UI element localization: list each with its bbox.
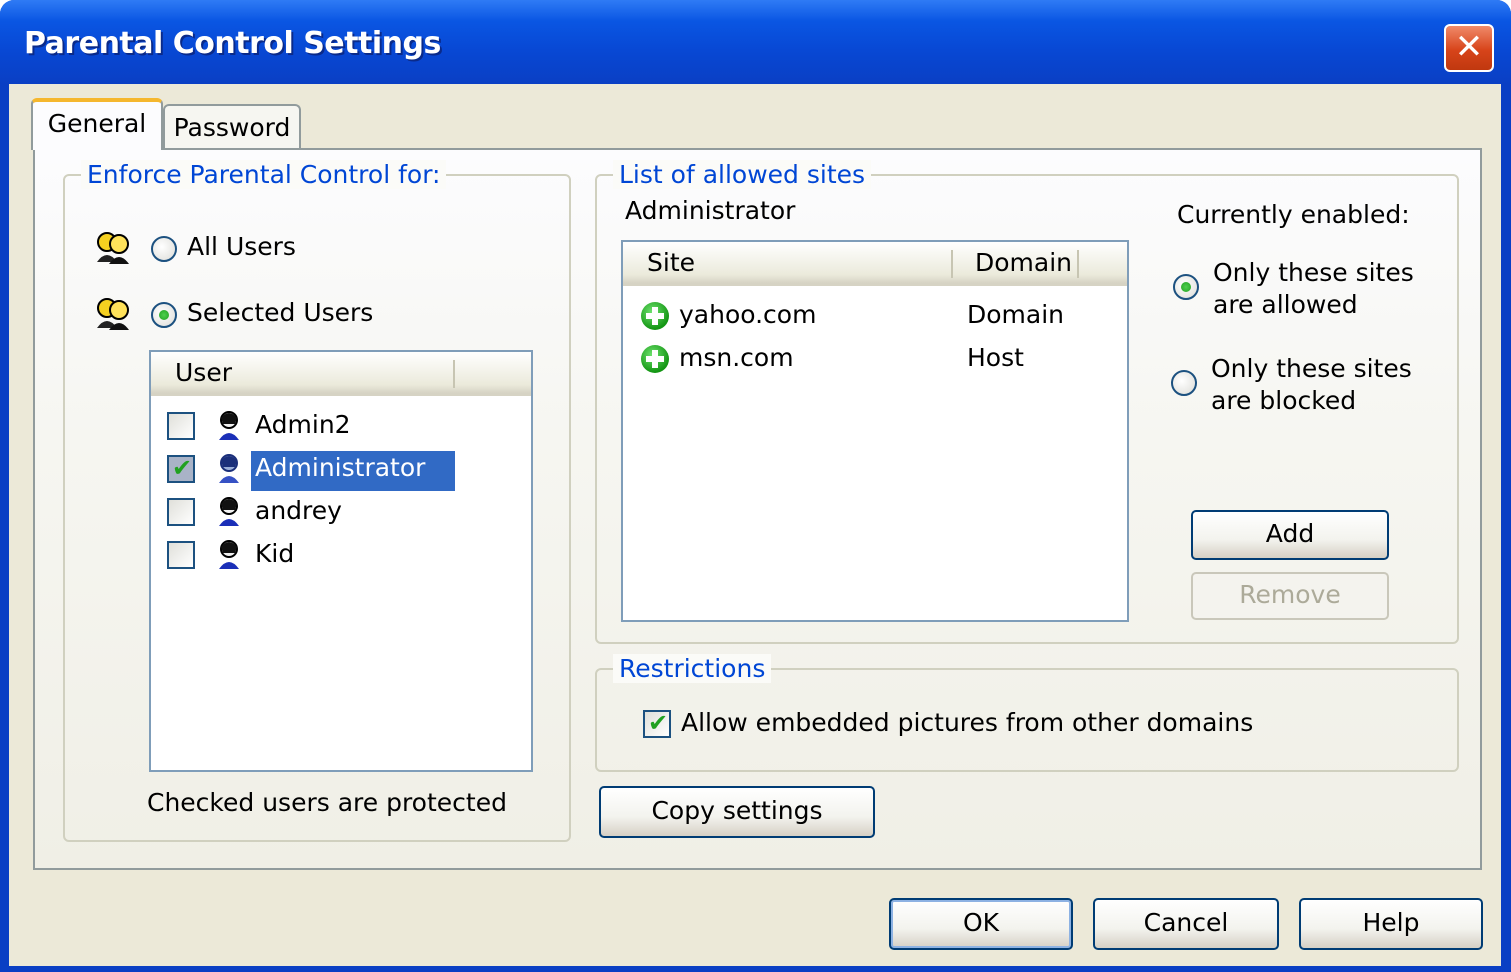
user-list-header: User — [151, 352, 531, 396]
cancel-button-label: Cancel — [1143, 908, 1229, 937]
all-users-radio[interactable] — [151, 236, 177, 262]
restrictions-group-title: Restrictions — [613, 654, 772, 683]
user-icon — [219, 540, 239, 569]
allowed-sites-groupbox: List of allowed sites Administrator Site… — [595, 160, 1459, 644]
dialog-window: Parental Control Settings ✕ General Pass… — [0, 0, 1511, 972]
list-item[interactable]: Kid — [167, 537, 467, 577]
dialog-client-area: General Password Enforce Parental Contro… — [9, 84, 1501, 966]
site-cell: yahoo.com — [679, 300, 817, 329]
user-name: andrey — [255, 496, 342, 525]
plus-circle-icon — [641, 302, 669, 330]
cancel-button[interactable]: Cancel — [1093, 898, 1279, 950]
domain-cell: Host — [967, 343, 1024, 372]
embedded-pictures-label: Allow embedded pictures from other domai… — [681, 708, 1254, 737]
site-cell: msn.com — [679, 343, 794, 372]
enforce-group-title: Enforce Parental Control for: — [81, 160, 447, 189]
column-separator[interactable] — [951, 250, 953, 278]
user-name: Administrator — [255, 453, 426, 482]
add-site-button-label: Add — [1265, 519, 1315, 548]
user-group-icon — [97, 232, 129, 264]
user-name: Admin2 — [255, 410, 351, 439]
tab-password-label: Password — [173, 113, 291, 142]
remove-site-button-label: Remove — [1239, 580, 1341, 609]
sites-allowed-radio[interactable] — [1173, 274, 1199, 300]
domain-column-header[interactable]: Domain — [975, 248, 1072, 277]
current-user-label: Administrator — [625, 196, 796, 225]
close-button[interactable]: ✕ — [1444, 24, 1494, 72]
selected-user-highlight: Administrator — [251, 451, 455, 491]
window-title: Parental Control Settings — [24, 26, 441, 61]
column-separator[interactable] — [453, 360, 455, 388]
list-item[interactable]: Admin2 — [167, 408, 467, 448]
user-checkbox[interactable] — [167, 412, 195, 440]
tab-panel-general: Enforce Parental Control for: All Users — [33, 148, 1482, 870]
copy-settings-button[interactable]: Copy settings — [599, 786, 875, 838]
user-listview[interactable]: User Admin2 ✔ Administrator andrey Kid — [149, 350, 533, 772]
currently-enabled-label: Currently enabled: — [1177, 200, 1410, 229]
title-bar[interactable]: Parental Control Settings ✕ — [0, 0, 1511, 84]
tab-general-label: General — [47, 109, 147, 138]
help-button-label: Help — [1362, 908, 1420, 937]
tab-password[interactable]: Password — [163, 104, 301, 150]
copy-settings-button-label: Copy settings — [651, 796, 823, 825]
add-site-button[interactable]: Add — [1191, 510, 1389, 560]
ok-button[interactable]: OK — [889, 898, 1073, 950]
plus-circle-icon — [641, 345, 669, 373]
table-row[interactable]: yahoo.com Domain — [641, 298, 1111, 338]
close-icon: ✕ — [1454, 27, 1484, 67]
remove-site-button[interactable]: Remove — [1191, 572, 1389, 620]
help-button[interactable]: Help — [1299, 898, 1483, 950]
list-item[interactable]: ✔ Administrator — [167, 451, 467, 491]
selected-users-radio[interactable] — [151, 302, 177, 328]
user-column-header[interactable]: User — [175, 358, 232, 387]
embedded-pictures-checkbox[interactable]: ✔ — [643, 709, 671, 738]
radio-selected-dot — [159, 310, 169, 320]
table-row[interactable]: msn.com Host — [641, 341, 1111, 381]
user-icon — [219, 411, 239, 440]
user-icon — [219, 454, 239, 483]
ok-button-label: OK — [962, 908, 1000, 937]
user-icon — [219, 497, 239, 526]
tab-general[interactable]: General — [31, 98, 163, 150]
site-column-header[interactable]: Site — [647, 248, 695, 277]
check-icon: ✔ — [172, 454, 193, 482]
sites-blocked-radio[interactable] — [1171, 370, 1197, 396]
checked-users-note: Checked users are protected — [147, 788, 507, 817]
radio-selected-dot — [1181, 282, 1191, 292]
user-group-icon — [97, 298, 129, 330]
sites-allowed-label-line2: are allowed — [1213, 290, 1358, 319]
check-icon: ✔ — [648, 709, 669, 737]
sites-allowed-label-line1: Only these sites — [1213, 258, 1414, 287]
sites-blocked-label-line2: are blocked — [1211, 386, 1357, 415]
sites-blocked-label-line1: Only these sites — [1211, 354, 1412, 383]
user-checkbox[interactable]: ✔ — [167, 454, 195, 483]
column-separator[interactable] — [1077, 250, 1079, 278]
sites-listview[interactable]: Site Domain yahoo.com Domain msn.com Hos… — [621, 240, 1129, 622]
sites-list-header: Site Domain — [623, 242, 1127, 286]
user-name: Kid — [255, 539, 295, 568]
enforce-groupbox: Enforce Parental Control for: All Users — [63, 160, 571, 842]
allowed-sites-group-title: List of allowed sites — [613, 160, 872, 189]
restrictions-groupbox: Restrictions ✔ Allow embedded pictures f… — [595, 654, 1459, 772]
selected-users-label: Selected Users — [187, 298, 374, 327]
user-checkbox[interactable] — [167, 541, 195, 569]
domain-cell: Domain — [967, 300, 1065, 329]
list-item[interactable]: andrey — [167, 494, 467, 534]
user-checkbox[interactable] — [167, 498, 195, 526]
all-users-label: All Users — [187, 232, 296, 261]
